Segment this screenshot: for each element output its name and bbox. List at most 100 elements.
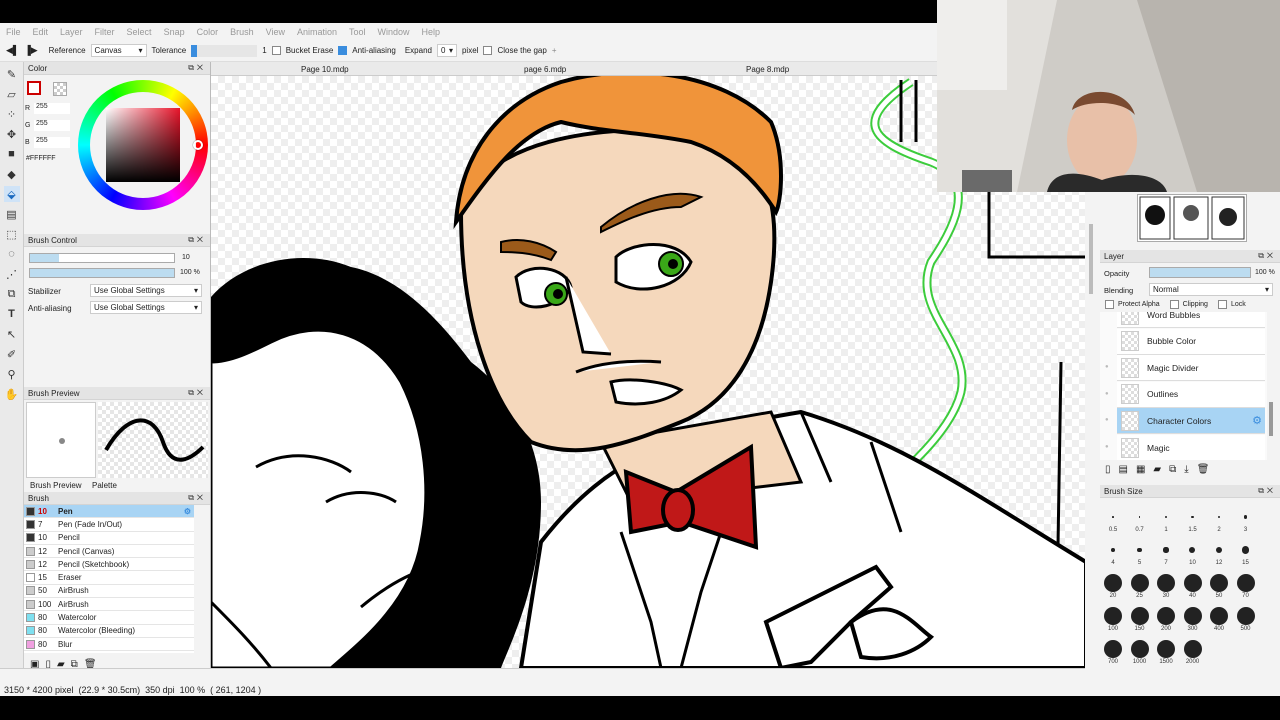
layer-visibility-icon[interactable]: ●: [1105, 364, 1109, 370]
brush-item[interactable]: 15 Eraser: [24, 571, 194, 585]
select-rect-icon[interactable]: ⬚: [4, 226, 20, 242]
reference-select[interactable]: Canvas ▾: [90, 44, 147, 57]
layer-row[interactable]: Bubble Color: [1117, 328, 1265, 355]
menu-item-layer[interactable]: Layer: [60, 27, 83, 37]
close-gap-checkbox[interactable]: [483, 46, 493, 55]
hue-marker[interactable]: [193, 140, 203, 150]
brush-item[interactable]: 10 Pen ⚙: [24, 505, 194, 519]
magic-wand-icon[interactable]: ⋰: [4, 266, 20, 282]
new-layer-type-icon[interactable]: ▦: [1136, 464, 1145, 475]
layer-row[interactable]: Outlines: [1117, 381, 1265, 408]
menu-item-edit[interactable]: Edit: [33, 27, 49, 37]
folder-icon[interactable]: ▰: [1153, 464, 1161, 475]
menu-item-animation[interactable]: Animation: [297, 27, 337, 37]
brush-tool-icon[interactable]: ✎: [4, 66, 20, 82]
g-input[interactable]: 255: [34, 120, 70, 131]
tab-brush-preview[interactable]: Brush Preview: [30, 481, 82, 490]
new-layer-icon[interactable]: ▯: [1105, 464, 1111, 475]
brush-size-dot[interactable]: [1183, 574, 1202, 592]
brush-size-dot[interactable]: [1157, 574, 1175, 592]
hex-value[interactable]: #FFFFFF: [26, 155, 56, 162]
brush-item[interactable]: 80 Watercolor (Bleeding): [24, 625, 194, 638]
layer-row[interactable]: Magic Divider: [1117, 355, 1265, 382]
prev-icon[interactable]: ◀▌: [6, 45, 19, 56]
brush-size-dot[interactable]: [1130, 574, 1149, 592]
menu-item-select[interactable]: Select: [127, 27, 152, 37]
brush-item[interactable]: 7 Pen (Fade In/Out): [24, 518, 194, 532]
brush-item[interactable]: 50 AirBrush: [24, 585, 194, 599]
panel-controls-icon[interactable]: ⧉✕: [188, 388, 206, 398]
brush-size-dot[interactable]: [1189, 546, 1196, 553]
transform-icon[interactable]: ⧉: [4, 286, 20, 302]
layer-opacity-slider[interactable]: [1149, 267, 1251, 278]
secondary-color-swatch[interactable]: [53, 82, 67, 96]
expand-select[interactable]: 0 ▾: [436, 44, 457, 57]
brush-size-dot[interactable]: [1104, 607, 1122, 625]
b-input[interactable]: 255: [34, 137, 70, 148]
menu-item-brush[interactable]: Brush: [230, 27, 254, 37]
brush-size-dot[interactable]: [1104, 574, 1122, 592]
hue-wheel[interactable]: [78, 80, 208, 210]
brush-size-dot[interactable]: [1130, 607, 1149, 625]
tolerance-slider[interactable]: [191, 44, 258, 57]
fill-tool-icon[interactable]: ◆: [4, 166, 20, 182]
eraser-tool-icon[interactable]: ▱: [4, 86, 20, 102]
tab-page-6[interactable]: page 6.mdp: [524, 65, 566, 74]
brush-size-dot[interactable]: [1130, 640, 1149, 658]
merge-down-icon[interactable]: ⤓: [1184, 464, 1188, 475]
menu-item-help[interactable]: Help: [422, 27, 441, 37]
bucket-erase-checkbox[interactable]: [271, 46, 281, 55]
brush-size-dot[interactable]: [1104, 640, 1122, 658]
brush-size-dot[interactable]: [1241, 546, 1250, 554]
operation-icon[interactable]: ↖: [4, 326, 20, 342]
brush-size-dot[interactable]: [1163, 547, 1169, 553]
dot-tool-icon[interactable]: ⁘: [4, 106, 20, 122]
panel-controls-icon[interactable]: ⧉✕: [188, 493, 206, 503]
layer-scrollbar[interactable]: [1269, 402, 1273, 436]
brush-item[interactable]: 100 AirBrush: [24, 598, 194, 612]
brush-size-dot[interactable]: [1191, 515, 1194, 519]
hand-tool-icon[interactable]: ✋: [4, 386, 20, 402]
layer-visibility-icon[interactable]: ●: [1105, 444, 1109, 450]
brush-size-dot[interactable]: [1236, 574, 1255, 592]
layer-visibility-icon[interactable]: ●: [1105, 417, 1109, 423]
brush-size-dot[interactable]: [1210, 574, 1228, 592]
brush-size-slider[interactable]: [29, 253, 175, 263]
brush-opacity-slider[interactable]: [29, 268, 175, 278]
brush-size-dot[interactable]: [1217, 515, 1221, 519]
brush-size-dot[interactable]: [1138, 516, 1141, 518]
gear-icon[interactable]: ⚙: [1252, 414, 1262, 427]
lasso-icon[interactable]: ◌: [4, 246, 20, 262]
lock-checkbox[interactable]: [1217, 300, 1227, 309]
next-icon[interactable]: ▐▶: [24, 45, 37, 56]
brush-size-dot[interactable]: [1243, 515, 1248, 519]
anti-aliasing-checkbox[interactable]: [338, 46, 348, 55]
brush-size-dot[interactable]: [1183, 607, 1202, 625]
panel-controls-icon[interactable]: ⧉✕: [188, 63, 206, 73]
brush-item[interactable]: 80 Watercolor: [24, 611, 194, 625]
brush-size-dot[interactable]: [1137, 547, 1142, 553]
layer-row[interactable]: Word Bubbles: [1117, 312, 1265, 328]
layer-row[interactable]: Magic: [1117, 435, 1265, 460]
saturation-value-square[interactable]: [106, 108, 180, 182]
brush-size-dot[interactable]: [1165, 516, 1167, 518]
brush-size-dot[interactable]: [1112, 516, 1114, 518]
trash-icon[interactable]: 🗑: [1197, 464, 1210, 475]
menu-item-color[interactable]: Color: [197, 27, 219, 37]
eyedropper-icon[interactable]: ⚲: [4, 366, 20, 382]
brush-size-dot[interactable]: [1111, 548, 1115, 552]
tab-palette[interactable]: Palette: [92, 481, 117, 490]
blending-select[interactable]: Normal ▾: [1149, 283, 1273, 296]
aa-select[interactable]: Use Global Settings ▾: [90, 301, 202, 314]
brush-item[interactable]: 12 Pencil (Sketchbook): [24, 558, 194, 572]
panel-controls-icon[interactable]: ⧉✕: [188, 235, 206, 245]
brush-size-dot[interactable]: [1210, 607, 1228, 625]
clipping-checkbox[interactable]: [1169, 300, 1179, 309]
copy-layer-icon[interactable]: ⧉: [1169, 464, 1176, 475]
menu-item-view[interactable]: View: [266, 27, 285, 37]
layer-row[interactable]: Character Colors ⚙: [1117, 408, 1265, 435]
brush-size-dot[interactable]: [1236, 607, 1255, 625]
menu-item-filter[interactable]: Filter: [95, 27, 115, 37]
tab-page-8[interactable]: Page 8.mdp: [746, 65, 789, 74]
scrollbar-right[interactable]: [1089, 224, 1093, 294]
